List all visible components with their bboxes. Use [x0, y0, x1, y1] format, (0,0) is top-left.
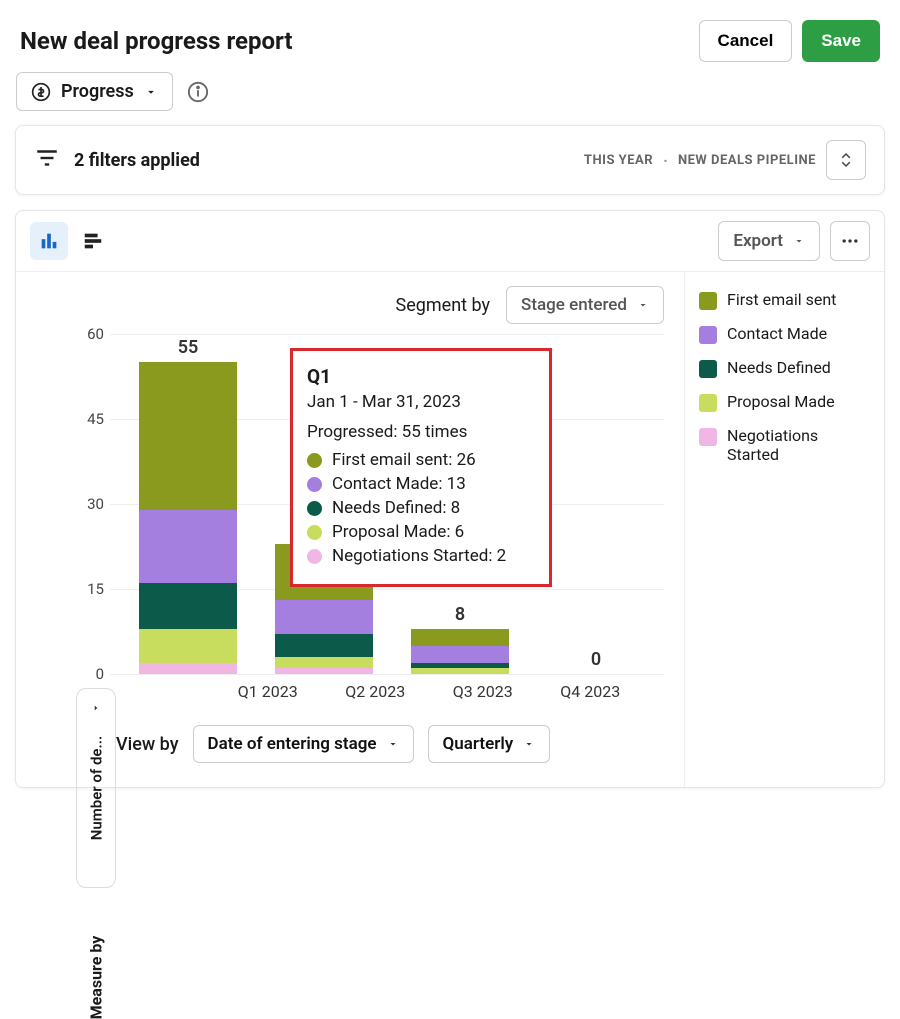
progress-dropdown[interactable]: Progress	[16, 72, 173, 111]
tooltip-title: Q1	[307, 365, 535, 388]
tooltip-dot	[307, 525, 322, 540]
filter-icon[interactable]	[34, 145, 60, 175]
bar-total-label: 0	[591, 649, 601, 670]
view-by-date-value: Date of entering stage	[208, 734, 377, 754]
bar-segment	[275, 600, 373, 634]
y-tick: 60	[80, 325, 104, 343]
bar-segment	[275, 657, 373, 668]
tooltip-row-label: First email sent: 26	[332, 450, 476, 470]
bar-total-label: 55	[178, 337, 199, 358]
chevron-down-icon	[144, 85, 158, 99]
segment-by-value: Stage entered	[521, 295, 627, 315]
legend-item[interactable]: Contact Made	[699, 324, 870, 344]
bar-segment	[275, 634, 373, 657]
x-tick: Q1 2023	[214, 682, 322, 701]
tooltip-row-label: Negotiations Started: 2	[332, 546, 506, 566]
dollar-icon	[31, 82, 51, 102]
bar-segment	[411, 668, 509, 674]
legend-label: Proposal Made	[727, 392, 835, 411]
save-button[interactable]: Save	[802, 20, 880, 62]
tooltip-row-label: Needs Defined: 8	[332, 498, 460, 518]
gridline	[110, 674, 664, 675]
y-tick: 15	[80, 580, 104, 598]
tooltip-dot	[307, 453, 322, 468]
x-tick: Q3 2023	[429, 682, 537, 701]
legend-label: First email sent	[727, 290, 836, 309]
legend-item[interactable]: Proposal Made	[699, 392, 870, 412]
chart-view-column[interactable]	[30, 222, 68, 260]
tooltip-row: Needs Defined: 8	[307, 498, 535, 518]
measure-by-label: Measure by	[86, 936, 105, 1019]
y-tick: 0	[80, 665, 104, 683]
legend-item[interactable]: Needs Defined	[699, 358, 870, 378]
segment-by-dropdown[interactable]: Stage entered	[506, 286, 664, 324]
tooltip-row-label: Proposal Made: 6	[332, 522, 464, 542]
bar-segment	[275, 668, 373, 674]
legend-label: Negotiations Started	[727, 426, 870, 464]
y-tick: 30	[80, 495, 104, 513]
legend-swatch	[699, 428, 717, 446]
x-tick: Q4 2023	[537, 682, 645, 701]
tooltip-row: Negotiations Started: 2	[307, 546, 535, 566]
bar-segment	[139, 663, 237, 674]
legend-swatch	[699, 360, 717, 378]
yaxis-label: Number of de...	[87, 736, 105, 841]
cancel-button[interactable]: Cancel	[699, 20, 793, 62]
export-button[interactable]: Export	[718, 221, 820, 261]
legend-swatch	[699, 326, 717, 344]
legend-label: Contact Made	[727, 324, 827, 343]
tooltip-progressed: Progressed: 55 times	[307, 422, 535, 442]
filter-chip-pipeline: NEW DEALS PIPELINE	[678, 153, 816, 168]
view-by-interval-value: Quarterly	[443, 734, 514, 754]
more-menu-button[interactable]	[830, 221, 870, 261]
legend-swatch	[699, 292, 717, 310]
tooltip-row-label: Contact Made: 13	[332, 474, 466, 494]
yaxis-label-tab[interactable]: Number of de...	[76, 688, 116, 888]
page-title: New deal progress report	[20, 27, 293, 55]
filters-summary: 2 filters applied	[74, 150, 200, 171]
segment-by-label: Segment by	[396, 295, 491, 316]
bar-segment	[139, 510, 237, 584]
tooltip-range: Jan 1 - Mar 31, 2023	[307, 392, 535, 412]
info-icon[interactable]	[187, 81, 209, 103]
legend-label: Needs Defined	[727, 358, 831, 377]
tooltip-dot	[307, 549, 322, 564]
y-tick: 45	[80, 410, 104, 428]
tooltip-dot	[307, 477, 322, 492]
bar-segment	[411, 646, 509, 663]
tooltip-dot	[307, 501, 322, 516]
chart-tooltip: Q1 Jan 1 - Mar 31, 2023 Progressed: 55 t…	[290, 348, 552, 587]
bar-segment	[139, 629, 237, 663]
chart-legend: First email sent Contact Made Needs Define…	[684, 272, 884, 787]
bar-column[interactable]: 55	[120, 334, 256, 674]
view-by-interval-dropdown[interactable]: Quarterly	[428, 725, 551, 763]
view-by-date-dropdown[interactable]: Date of entering stage	[193, 725, 414, 763]
bar-segment	[411, 629, 509, 646]
bar-segment	[139, 362, 237, 509]
bar-total-label: 8	[455, 604, 465, 625]
legend-swatch	[699, 394, 717, 412]
chart-view-bar[interactable]	[74, 222, 112, 260]
expand-filters-button[interactable]	[826, 140, 866, 180]
legend-item[interactable]: Negotiations Started	[699, 426, 870, 464]
tooltip-row: First email sent: 26	[307, 450, 535, 470]
tooltip-row: Contact Made: 13	[307, 474, 535, 494]
legend-item[interactable]: First email sent	[699, 290, 870, 310]
separator-dot: ·	[663, 151, 668, 170]
x-tick: Q2 2023	[322, 682, 430, 701]
tooltip-row: Proposal Made: 6	[307, 522, 535, 542]
bar-segment	[139, 583, 237, 628]
filter-chip-year: THIS YEAR	[584, 153, 653, 168]
chevron-right-icon	[91, 698, 101, 717]
progress-label: Progress	[61, 81, 134, 102]
export-label: Export	[733, 231, 783, 251]
